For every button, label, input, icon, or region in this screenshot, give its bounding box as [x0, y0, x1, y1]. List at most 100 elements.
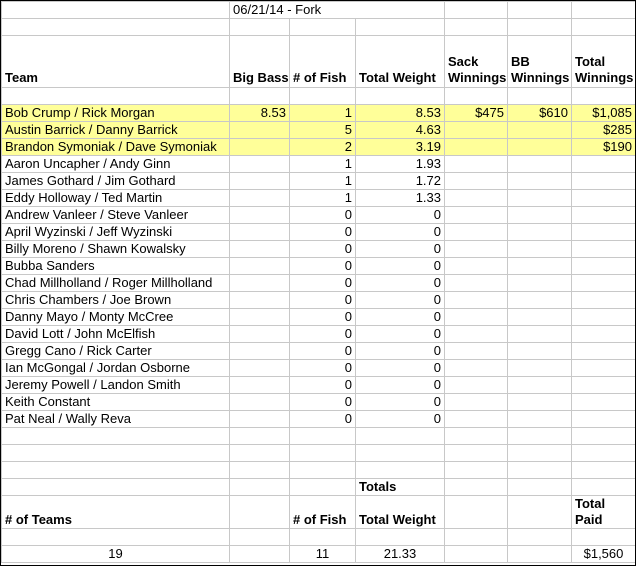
- sack-winnings-cell[interactable]: [444, 257, 508, 275]
- big-bass-cell[interactable]: [229, 308, 290, 326]
- fish-count-cell[interactable]: 0: [289, 206, 356, 224]
- team-cell[interactable]: April Wyzinski / Jeff Wyzinski: [1, 223, 230, 241]
- weight-cell[interactable]: 0: [355, 240, 445, 258]
- team-cell[interactable]: Eddy Holloway / Ted Martin: [1, 189, 230, 207]
- big-bass-cell[interactable]: [229, 325, 290, 343]
- weight-cell[interactable]: 0: [355, 223, 445, 241]
- fish-count-cell[interactable]: 0: [289, 342, 356, 360]
- weight-cell[interactable]: 0: [355, 410, 445, 428]
- total-winnings-cell[interactable]: [571, 257, 635, 275]
- sack-winnings-cell[interactable]: [444, 359, 508, 377]
- big-bass-cell[interactable]: [229, 376, 290, 394]
- team-cell[interactable]: Brandon Symoniak / Dave Symoniak: [1, 138, 230, 156]
- weight-cell[interactable]: 0: [355, 308, 445, 326]
- total-winnings-cell[interactable]: [571, 172, 635, 190]
- totals-label[interactable]: Totals: [355, 478, 445, 496]
- team-cell[interactable]: Billy Moreno / Shawn Kowalsky: [1, 240, 230, 258]
- total-winnings-cell[interactable]: [571, 206, 635, 224]
- bb-winnings-cell[interactable]: [507, 376, 572, 394]
- big-bass-cell[interactable]: 8.53: [229, 104, 290, 122]
- fish-count-cell[interactable]: 0: [289, 291, 356, 309]
- weight-cell[interactable]: 0: [355, 393, 445, 411]
- big-bass-cell[interactable]: [229, 206, 290, 224]
- bb-winnings-cell[interactable]: [507, 172, 572, 190]
- team-cell[interactable]: Chris Chambers / Joe Brown: [1, 291, 230, 309]
- weight-cell[interactable]: 0: [355, 206, 445, 224]
- sack-winnings-cell[interactable]: [444, 376, 508, 394]
- team-cell[interactable]: David Lott / John McElfish: [1, 325, 230, 343]
- big-bass-cell[interactable]: [229, 240, 290, 258]
- sack-winnings-cell[interactable]: [444, 393, 508, 411]
- sack-winnings-cell[interactable]: [444, 240, 508, 258]
- sack-winnings-cell[interactable]: [444, 325, 508, 343]
- totals-num-fish-value[interactable]: 11: [289, 545, 356, 563]
- big-bass-cell[interactable]: [229, 410, 290, 428]
- sack-winnings-cell[interactable]: [444, 410, 508, 428]
- sack-winnings-cell[interactable]: [444, 206, 508, 224]
- big-bass-cell[interactable]: [229, 257, 290, 275]
- fish-count-cell[interactable]: 1: [289, 172, 356, 190]
- bb-winnings-cell[interactable]: [507, 308, 572, 326]
- header-num-fish[interactable]: # of Fish: [289, 35, 356, 88]
- bb-winnings-cell[interactable]: [507, 206, 572, 224]
- big-bass-cell[interactable]: [229, 342, 290, 360]
- total-winnings-cell[interactable]: [571, 223, 635, 241]
- sack-winnings-cell[interactable]: [444, 223, 508, 241]
- header-sack-winnings[interactable]: Sack Winnings: [444, 35, 508, 88]
- bb-winnings-cell[interactable]: [507, 155, 572, 173]
- team-cell[interactable]: Andrew Vanleer / Steve Vanleer: [1, 206, 230, 224]
- big-bass-cell[interactable]: [229, 155, 290, 173]
- weight-cell[interactable]: 0: [355, 257, 445, 275]
- bb-winnings-cell[interactable]: [507, 274, 572, 292]
- total-paid-label[interactable]: Total Paid: [571, 495, 635, 529]
- total-winnings-cell[interactable]: [571, 274, 635, 292]
- totals-num-fish-label[interactable]: # of Fish: [289, 495, 356, 529]
- weight-cell[interactable]: 8.53: [355, 104, 445, 122]
- fish-count-cell[interactable]: 0: [289, 325, 356, 343]
- team-cell[interactable]: Keith Constant: [1, 393, 230, 411]
- bb-winnings-cell[interactable]: [507, 189, 572, 207]
- fish-count-cell[interactable]: 1: [289, 189, 356, 207]
- num-teams-value[interactable]: 19: [1, 545, 230, 563]
- big-bass-cell[interactable]: [229, 359, 290, 377]
- fish-count-cell[interactable]: 0: [289, 410, 356, 428]
- bb-winnings-cell[interactable]: [507, 257, 572, 275]
- header-total-winnings[interactable]: Total Winnings: [571, 35, 635, 88]
- totals-weight-value[interactable]: 21.33: [355, 545, 445, 563]
- team-cell[interactable]: Gregg Cano / Rick Carter: [1, 342, 230, 360]
- fish-count-cell[interactable]: 5: [289, 121, 356, 139]
- fish-count-cell[interactable]: 0: [289, 376, 356, 394]
- weight-cell[interactable]: 0: [355, 359, 445, 377]
- sack-winnings-cell[interactable]: [444, 155, 508, 173]
- big-bass-cell[interactable]: [229, 189, 290, 207]
- total-winnings-cell[interactable]: [571, 410, 635, 428]
- fish-count-cell[interactable]: 1: [289, 155, 356, 173]
- sack-winnings-cell[interactable]: [444, 274, 508, 292]
- weight-cell[interactable]: 0: [355, 274, 445, 292]
- weight-cell[interactable]: 1.72: [355, 172, 445, 190]
- sack-winnings-cell[interactable]: [444, 121, 508, 139]
- weight-cell[interactable]: 0: [355, 291, 445, 309]
- total-winnings-cell[interactable]: $285: [571, 121, 635, 139]
- total-winnings-cell[interactable]: [571, 393, 635, 411]
- total-winnings-cell[interactable]: [571, 342, 635, 360]
- total-winnings-cell[interactable]: $190: [571, 138, 635, 156]
- bb-winnings-cell[interactable]: [507, 121, 572, 139]
- sack-winnings-cell[interactable]: [444, 308, 508, 326]
- bb-winnings-cell[interactable]: [507, 240, 572, 258]
- big-bass-cell[interactable]: [229, 172, 290, 190]
- team-cell[interactable]: Danny Mayo / Monty McCree: [1, 308, 230, 326]
- sack-winnings-cell[interactable]: [444, 291, 508, 309]
- total-winnings-cell[interactable]: [571, 189, 635, 207]
- num-teams-label[interactable]: # of Teams: [1, 495, 230, 529]
- total-paid-value[interactable]: $1,560: [571, 545, 635, 563]
- fish-count-cell[interactable]: 0: [289, 223, 356, 241]
- big-bass-cell[interactable]: [229, 121, 290, 139]
- team-cell[interactable]: Aaron Uncapher / Andy Ginn: [1, 155, 230, 173]
- fish-count-cell[interactable]: 0: [289, 257, 356, 275]
- header-team[interactable]: Team: [1, 35, 230, 88]
- header-total-weight[interactable]: Total Weight: [355, 35, 445, 88]
- weight-cell[interactable]: 4.63: [355, 121, 445, 139]
- bb-winnings-cell[interactable]: [507, 359, 572, 377]
- fish-count-cell[interactable]: 0: [289, 359, 356, 377]
